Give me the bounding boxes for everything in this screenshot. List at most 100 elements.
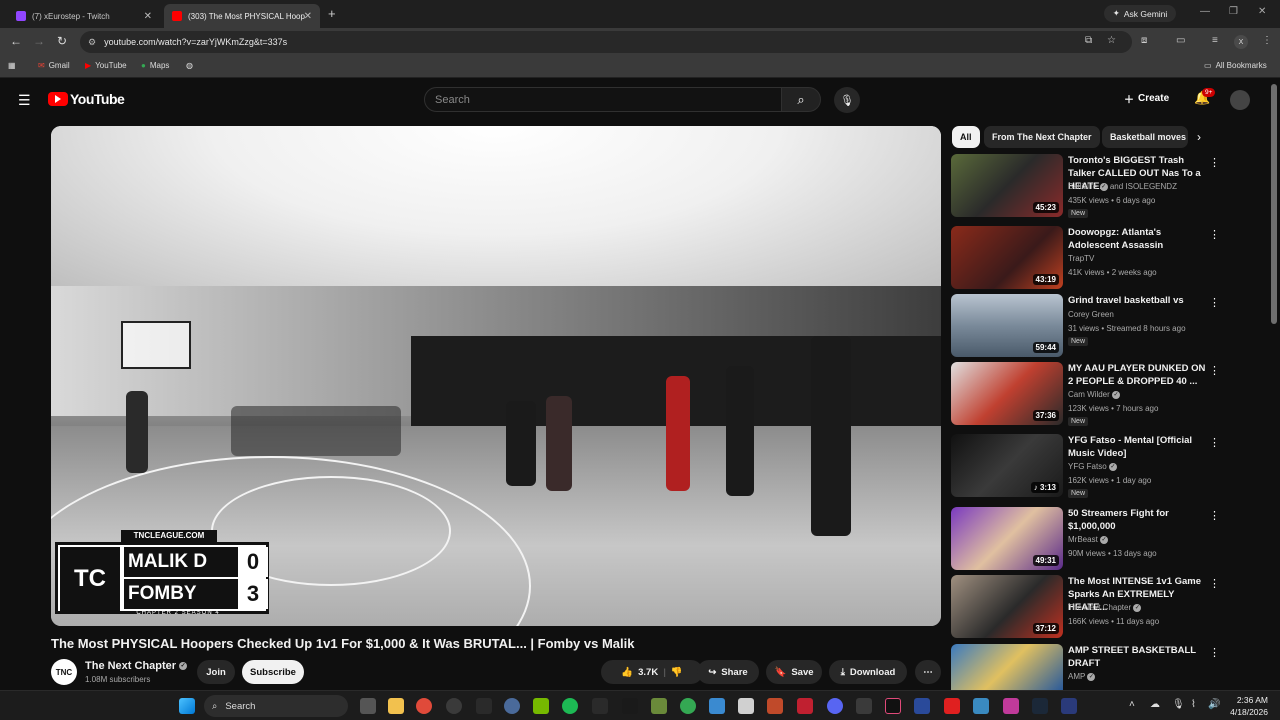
youtube-logo[interactable]: YouTube [48,91,125,107]
globe-icon[interactable]: ◍ [186,61,193,70]
search-button[interactable]: ⌕ [781,87,821,112]
app-icon[interactable] [797,698,813,714]
install-icon[interactable]: ⧉ [1085,35,1092,46]
app-icon[interactable] [476,698,492,714]
app-icon[interactable] [1003,698,1019,714]
rec-channel[interactable]: The Next Chapter ✓ [1068,603,1142,612]
video-thumbnail[interactable]: 37:36 [951,362,1063,425]
rec-title[interactable]: YFG Fatso - Mental [Official Music Video… [1068,434,1208,460]
more-vertical-icon[interactable]: ⋮ [1209,156,1220,169]
more-actions-button[interactable]: ⋯ [915,660,941,684]
close-tab-icon[interactable]: ✕ [144,11,152,22]
address-bar[interactable]: ⚙ youtube.com/watch?v=zarYjWKmZzg&t=337s… [80,31,1132,53]
recommendation-item[interactable]: 37:36 MY AAU PLAYER DUNKED ON 2 PEOPLE &… [951,362,1241,426]
video-thumbnail[interactable]: 59:44 [951,294,1063,357]
join-button[interactable]: Join [197,660,235,684]
chip-basketball-moves[interactable]: Basketball moves [1102,126,1188,148]
app-icon[interactable] [709,698,725,714]
app-icon[interactable] [738,698,754,714]
ask-gemini-button[interactable]: ✦ Ask Gemini [1104,5,1176,22]
app-icon[interactable] [1061,698,1077,714]
page-scrollbar[interactable] [1271,84,1277,324]
recommendation-item[interactable]: 43:19 Doowopgz: Atlanta's Adolescent Ass… [951,226,1241,290]
hamburger-menu-icon[interactable]: ☰ [18,92,31,109]
recommendation-item[interactable]: 59:44 Grind travel basketball vs Corey G… [951,294,1241,358]
steam-icon[interactable] [1032,698,1048,714]
video-thumbnail[interactable]: ♪ 3:13 [951,434,1063,497]
discord-icon[interactable] [827,698,843,714]
rec-channel[interactable]: TrapTV [1068,254,1094,263]
rec-title[interactable]: Doowopgz: Atlanta's Adolescent Assassin [1068,226,1208,252]
share-button[interactable]: ↪ Share [697,660,759,684]
channel-name[interactable]: The Next Chapter ✓ [85,660,188,672]
bookmark-star-icon[interactable]: ☆ [1107,35,1116,46]
cast-icon[interactable]: ▭ [1176,35,1185,46]
taskbar-search[interactable]: ⌕ Search [204,695,348,717]
system-clock[interactable]: 2:36 AM 4/18/2026 [1226,694,1268,718]
windows-start-icon[interactable] [179,698,195,714]
app-icon[interactable] [914,698,930,714]
app-icon[interactable] [856,698,872,714]
more-vertical-icon[interactable]: ⋮ [1209,646,1220,659]
bookmark-youtube[interactable]: ▶ YouTube [85,61,127,70]
chrome-icon[interactable] [416,698,432,714]
recommendation-item[interactable]: 45:23 Toronto's BIGGEST Trash Talker CAL… [951,154,1241,218]
download-button[interactable]: ⤓ Download [829,660,907,684]
bookmark-maps[interactable]: ● Maps [141,61,169,70]
rec-title[interactable]: MY AAU PLAYER DUNKED ON 2 PEOPLE & DROPP… [1068,362,1208,388]
tray-overflow-icon[interactable]: ˄ [1129,699,1135,710]
settings-icon[interactable] [504,698,520,714]
file-explorer-icon[interactable] [388,698,404,714]
rec-channel[interactable]: Ballislife ✓ and ISOLEGENDZ [1068,182,1177,191]
rec-channel[interactable]: Cam Wilder ✓ [1068,390,1121,399]
restore-icon[interactable]: ❐ [1229,6,1238,17]
app-icon[interactable] [944,698,960,714]
recommendation-item[interactable]: ♪ 3:13 YFG Fatso - Mental [Official Musi… [951,434,1241,498]
more-vertical-icon[interactable]: ⋮ [1209,436,1220,449]
reading-list-icon[interactable]: ≡ [1212,35,1218,46]
bookmark-gmail[interactable]: ✉ Gmail [38,61,70,70]
create-button[interactable]: ＋ Create [1124,91,1169,106]
user-avatar[interactable] [1230,90,1250,110]
network-icon[interactable]: ⌇ [1191,699,1196,710]
search-input[interactable]: Search [424,87,782,112]
epic-games-icon[interactable] [592,698,608,714]
new-tab-icon[interactable]: + [328,6,336,21]
more-vertical-icon[interactable]: ⋮ [1209,509,1220,522]
voice-search-button[interactable]: 🎙 [834,87,860,113]
channel-avatar[interactable]: TNC [51,659,77,685]
minimize-icon[interactable]: — [1200,6,1210,17]
video-thumbnail[interactable]: 45:23 [951,154,1063,217]
tiktok-icon[interactable] [885,698,901,714]
like-button[interactable]: 👍 3.7K [621,667,658,678]
spotify-icon[interactable] [562,698,578,714]
cloud-icon[interactable]: ☁ [1150,699,1160,710]
task-view-icon[interactable] [360,698,376,714]
site-info-icon[interactable]: ⚙ [88,37,96,48]
volume-icon[interactable]: 🔊 [1208,699,1220,710]
tab-youtube[interactable]: (303) The Most PHYSICAL Hoop ✕ [164,4,320,28]
rec-channel[interactable]: YFG Fatso ✓ [1068,462,1117,471]
forward-icon[interactable]: → [33,34,45,48]
microphone-tray-icon[interactable]: 🎙 [1172,699,1185,710]
profile-avatar[interactable]: X [1234,35,1248,49]
app-icon[interactable] [767,698,783,714]
recommendation-item[interactable]: 37:12 The Most INTENSE 1v1 Game Sparks A… [951,575,1241,639]
dislike-button[interactable]: 👎 [671,667,683,678]
rec-title[interactable]: 50 Streamers Fight for $1,000,000 [1068,507,1208,533]
rec-channel[interactable]: AMP ✓ [1068,672,1096,681]
subscribe-button[interactable]: Subscribe [242,660,304,684]
apps-grid-icon[interactable]: ▦ [8,61,16,70]
more-vertical-icon[interactable]: ⋮ [1209,296,1220,309]
close-window-icon[interactable]: ✕ [1258,6,1266,17]
chip-from-channel[interactable]: From The Next Chapter [984,126,1100,148]
reload-icon[interactable]: ↻ [57,34,67,48]
chevron-right-icon[interactable]: › [1197,130,1201,144]
video-thumbnail[interactable]: 43:19 [951,226,1063,289]
app-icon[interactable] [622,698,638,714]
back-icon[interactable]: ← [10,34,22,48]
save-button[interactable]: 🔖 Save [766,660,822,684]
close-tab-icon[interactable]: ✕ [304,11,312,22]
video-thumbnail[interactable]: 49:31 [951,507,1063,570]
rec-channel[interactable]: MrBeast ✓ [1068,535,1109,544]
